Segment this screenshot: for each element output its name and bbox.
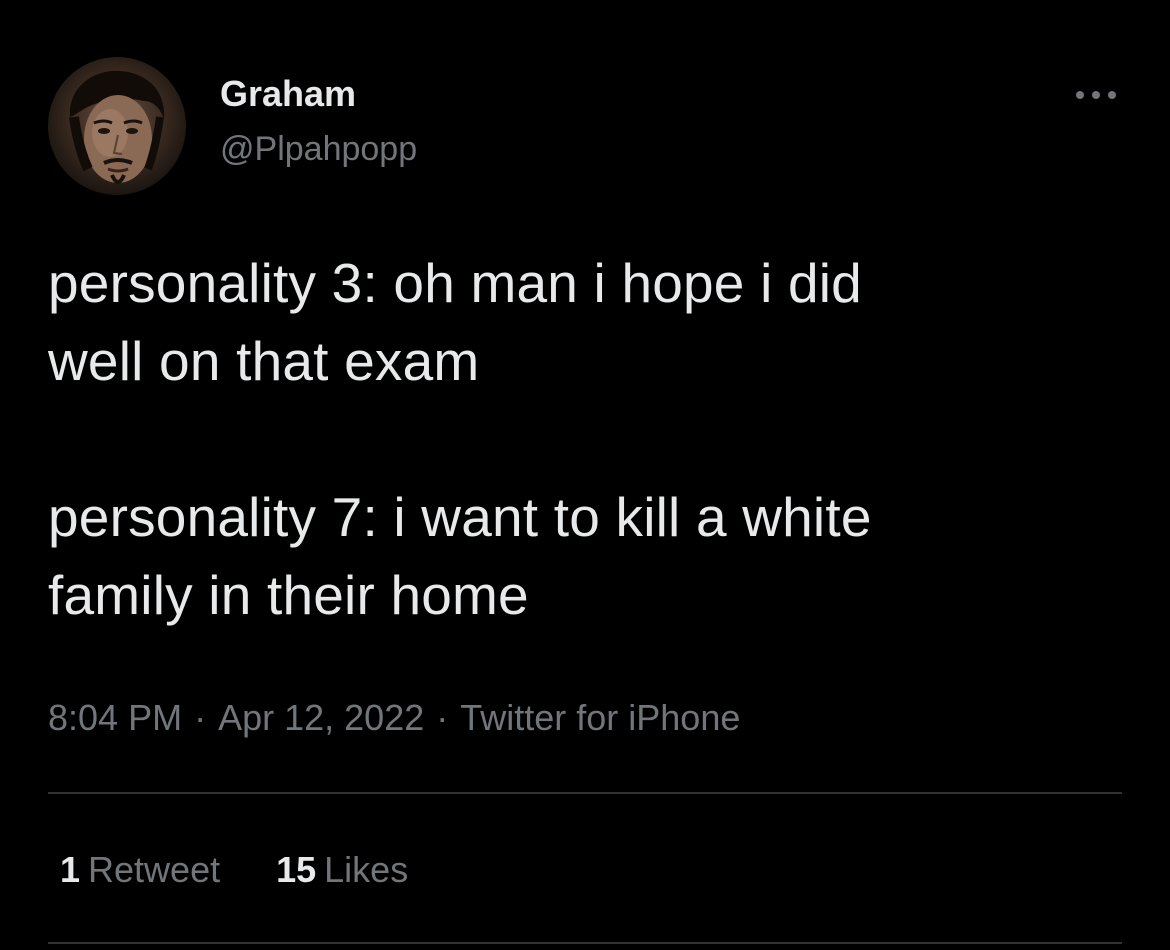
tweet-detail: Graham @Plpahpopp personality 3: oh man …	[0, 0, 1170, 950]
tweet-metadata: 8:04 PM · Apr 12, 2022 · Twitter for iPhone	[48, 696, 740, 740]
user-profile-photo	[69, 70, 165, 184]
tweet-text: personality 3: oh man i hope i did well …	[48, 252, 872, 626]
engagement-stats: 1 Retweet 15 Likes	[60, 848, 408, 892]
display-name[interactable]: Graham	[220, 72, 417, 116]
meta-separator: ·	[436, 697, 449, 738]
user-handle[interactable]: @Plpahpopp	[220, 127, 417, 171]
retweets-count: 1	[60, 849, 81, 890]
divider	[48, 942, 1122, 944]
more-horizontal-icon	[1076, 91, 1116, 99]
avatar[interactable]	[48, 57, 186, 195]
divider	[48, 792, 1122, 794]
likes-count: 15	[276, 849, 317, 890]
tweet-time[interactable]: 8:04 PM	[48, 697, 182, 738]
more-options-button[interactable]	[1070, 80, 1122, 110]
likes-stat[interactable]: 15 Likes	[276, 848, 408, 892]
meta-separator: ·	[194, 697, 207, 738]
likes-label: Likes	[324, 849, 409, 890]
tweet-source[interactable]: Twitter for iPhone	[460, 697, 740, 738]
author-info: Graham @Plpahpopp	[220, 72, 417, 171]
tweet-date[interactable]: Apr 12, 2022	[218, 697, 424, 738]
retweets-label: Retweet	[88, 849, 221, 890]
retweets-stat[interactable]: 1 Retweet	[60, 848, 220, 892]
